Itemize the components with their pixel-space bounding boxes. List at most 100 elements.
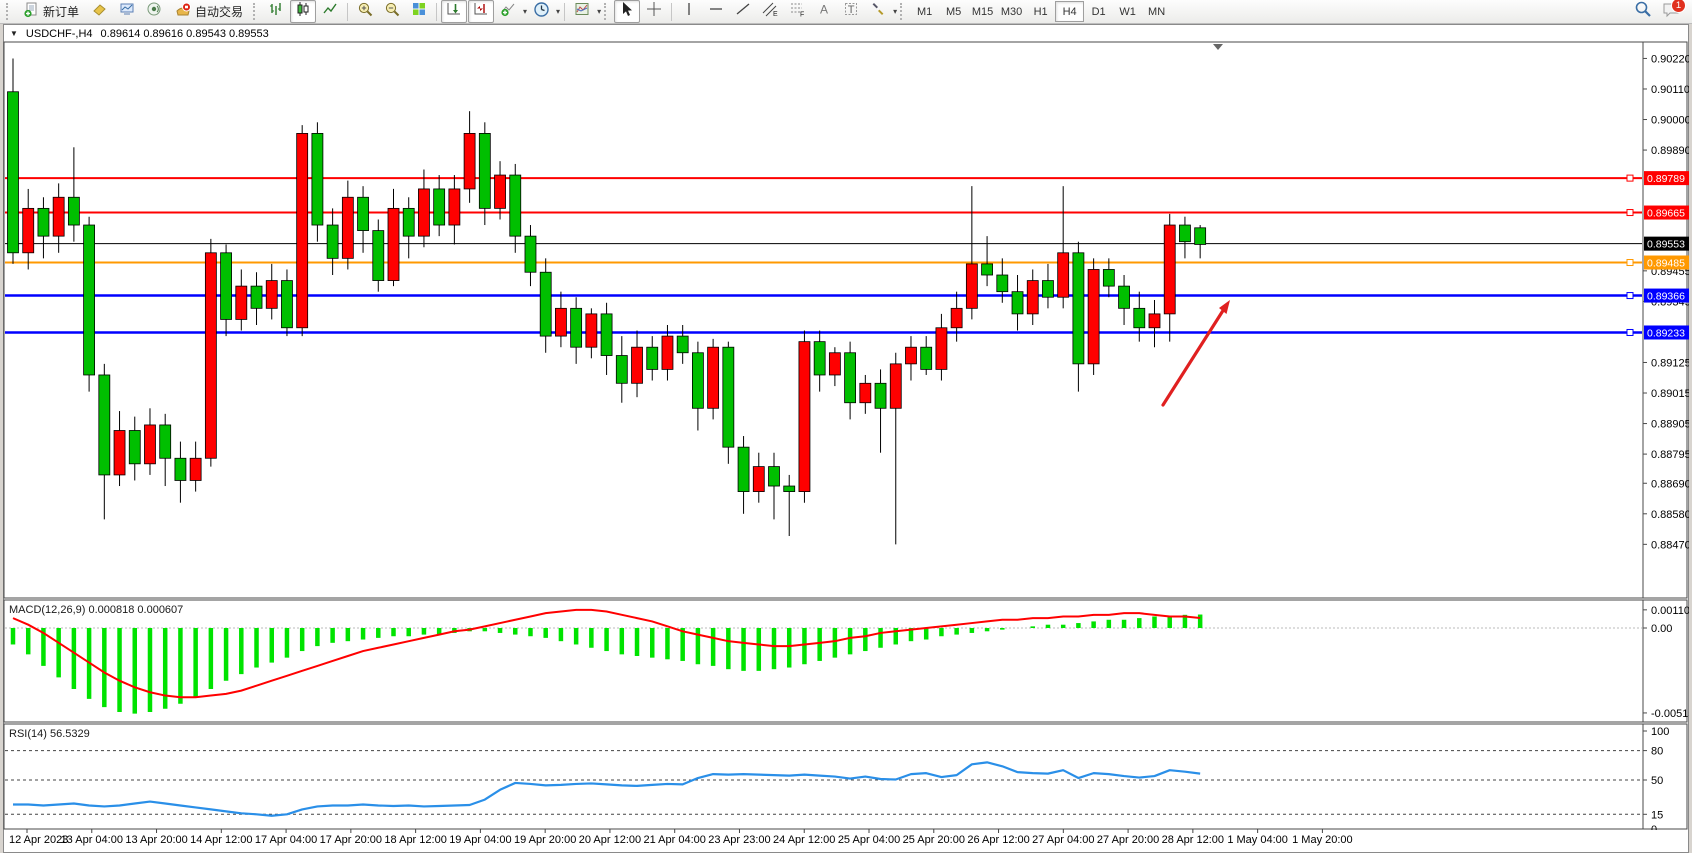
- candle: [555, 308, 566, 336]
- price-level-handle[interactable]: [1627, 210, 1633, 216]
- candle: [373, 231, 384, 281]
- candle: [1149, 314, 1160, 328]
- timeframe-button-m1[interactable]: M1: [910, 1, 939, 22]
- timeframe-button-w1[interactable]: W1: [1113, 1, 1142, 22]
- zoom-out-button[interactable]: [379, 0, 405, 23]
- candle: [327, 225, 338, 258]
- candle: [814, 342, 825, 375]
- vertical-line-button[interactable]: [676, 0, 702, 23]
- time-label: 17 Apr 20:00: [320, 834, 382, 846]
- trendline-button[interactable]: [730, 0, 756, 23]
- rsi-label: RSI(14) 56.5329: [9, 728, 90, 740]
- tile-windows-button[interactable]: [406, 0, 432, 23]
- signal-button[interactable]: [141, 0, 167, 23]
- candle: [221, 253, 232, 320]
- price-level-handle[interactable]: [1627, 329, 1633, 335]
- cursor-button[interactable]: [614, 0, 640, 23]
- toolbar-gripper[interactable]: [253, 3, 258, 20]
- indicators-dropdown-arrow[interactable]: ▾: [523, 7, 527, 16]
- candle: [905, 347, 916, 364]
- candlestick-chart-button[interactable]: [290, 0, 316, 23]
- timeframe-button-m5[interactable]: M5: [939, 1, 968, 22]
- indicators-button[interactable]: [495, 0, 521, 23]
- toolbar-separator: [671, 3, 672, 21]
- auto-scroll-button[interactable]: [441, 0, 467, 23]
- time-label: 1 May 04:00: [1227, 834, 1288, 846]
- candle: [464, 133, 475, 189]
- timeframe-button-d1[interactable]: D1: [1084, 1, 1113, 22]
- timeframe-button-m15[interactable]: M15: [968, 1, 997, 22]
- candle: [1103, 269, 1114, 286]
- chart-shift-button[interactable]: [468, 0, 494, 23]
- candle: [966, 264, 977, 308]
- toolbar: 新订单 自动交易 ▾: [0, 0, 1692, 24]
- zoom-in-button[interactable]: [352, 0, 378, 23]
- candle: [799, 342, 810, 492]
- collapse-arrow-icon[interactable]: ▼: [10, 29, 18, 38]
- templates-button[interactable]: [569, 0, 595, 23]
- fibonacci-icon: F: [789, 1, 806, 22]
- time-label: 13 Apr 20:00: [125, 834, 187, 846]
- candle: [1179, 225, 1190, 242]
- periods-button[interactable]: [528, 0, 554, 23]
- price-level-handle[interactable]: [1627, 293, 1633, 299]
- timeframe-button-m30[interactable]: M30: [997, 1, 1026, 22]
- price-tick-label: 0.88905: [1651, 419, 1689, 431]
- rsi-tick-label: 100: [1651, 726, 1669, 738]
- bar-chart-button[interactable]: [263, 0, 289, 23]
- price-level-handle[interactable]: [1627, 260, 1633, 266]
- fibonacci-button[interactable]: F: [784, 0, 810, 23]
- new-order-button[interactable]: 新订单: [16, 0, 86, 23]
- market-watch-button[interactable]: [87, 0, 113, 23]
- arrows-button[interactable]: [865, 0, 891, 23]
- time-label: 19 Apr 04:00: [449, 834, 511, 846]
- toolbar-gripper[interactable]: [604, 3, 609, 20]
- time-label: 18 Apr 12:00: [384, 834, 446, 846]
- toolbar-gripper[interactable]: [6, 3, 11, 20]
- chat-button[interactable]: 1: [1660, 1, 1682, 22]
- line-chart-button[interactable]: [317, 0, 343, 23]
- arrows-dropdown-arrow[interactable]: ▾: [893, 7, 897, 16]
- time-label: 26 Apr 12:00: [967, 834, 1029, 846]
- tile-windows-icon: [411, 1, 427, 22]
- rsi-tick-label: 50: [1651, 775, 1663, 787]
- auto-trading-button[interactable]: 自动交易: [168, 0, 250, 23]
- chart-shift-icon: [473, 1, 489, 22]
- time-label: 27 Apr 04:00: [1032, 834, 1094, 846]
- crosshair-button[interactable]: [641, 0, 667, 23]
- candle: [129, 430, 140, 463]
- candle: [1134, 308, 1145, 327]
- candle: [190, 458, 201, 480]
- chart-window-icon: [119, 1, 135, 22]
- timeframe-button-h4[interactable]: H4: [1055, 1, 1084, 22]
- templates-dropdown-arrow[interactable]: ▾: [597, 7, 601, 16]
- price-tick-label: 0.90000: [1651, 115, 1689, 127]
- time-label: 13 Apr 04:00: [61, 834, 123, 846]
- price-tick-label: 0.89890: [1651, 145, 1689, 157]
- price-level-handle[interactable]: [1627, 175, 1633, 181]
- candle: [205, 253, 216, 458]
- chart-window-button[interactable]: [114, 0, 140, 23]
- candlestick-chart-icon: [295, 1, 311, 22]
- horizontal-line-button[interactable]: [703, 0, 729, 23]
- chart-canvas[interactable]: 0.902200.901100.900000.898900.894550.893…: [3, 24, 1689, 853]
- periods-dropdown-arrow[interactable]: ▾: [556, 7, 560, 16]
- candle: [951, 308, 962, 327]
- timeframe-button-mn[interactable]: MN: [1142, 1, 1171, 22]
- candle: [616, 356, 627, 384]
- periods-icon: [533, 1, 550, 23]
- candle: [358, 197, 369, 230]
- text-button[interactable]: A: [811, 0, 837, 23]
- toolbar-separator: [436, 3, 437, 21]
- candle: [723, 347, 734, 447]
- zoom-in-icon: [357, 1, 374, 23]
- timeframe-button-h1[interactable]: H1: [1026, 1, 1055, 22]
- candle: [266, 281, 277, 309]
- search-icon[interactable]: [1634, 0, 1652, 23]
- price-tick-label: 0.88690: [1651, 478, 1689, 490]
- candle: [1073, 253, 1084, 364]
- text-label-button[interactable]: T: [838, 0, 864, 23]
- equidistant-channel-button[interactable]: E: [757, 0, 783, 23]
- price-badge-label: 0.89485: [1647, 258, 1685, 270]
- toolbar-gripper[interactable]: [900, 3, 905, 20]
